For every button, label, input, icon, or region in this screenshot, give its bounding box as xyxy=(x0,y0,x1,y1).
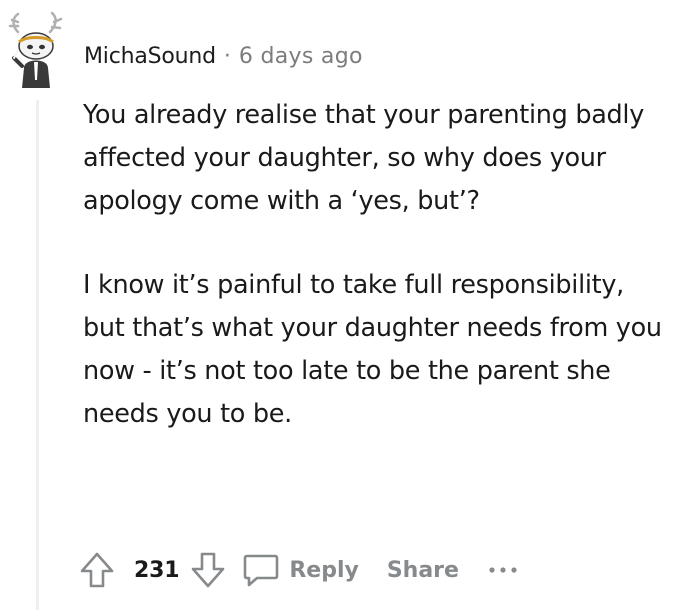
comment-paragraph: You already realise that your parenting … xyxy=(83,100,645,216)
comment: MichaSound · 6 days ago You already real… xyxy=(0,0,700,610)
meta-separator: · xyxy=(223,43,231,69)
ellipsis-icon xyxy=(489,567,517,573)
reply-button[interactable]: Reply xyxy=(241,550,359,590)
reply-label: Reply xyxy=(289,557,359,583)
thread-collapse-line[interactable] xyxy=(36,100,39,610)
snoo-avatar-icon xyxy=(8,11,63,88)
user-avatar[interactable] xyxy=(6,10,68,90)
comment-meta: MichaSound · 6 days ago xyxy=(84,40,363,72)
timestamp[interactable]: 6 days ago xyxy=(239,44,363,69)
arrow-down-outline-icon xyxy=(192,552,225,588)
downvote-button[interactable] xyxy=(189,548,227,592)
speech-bubble-icon xyxy=(244,554,279,587)
comment-body: You already realise that your parenting … xyxy=(83,94,663,436)
more-options-button[interactable] xyxy=(485,548,521,592)
comment-action-bar: 231 Reply Share xyxy=(78,544,521,596)
vote-count: 231 xyxy=(134,557,180,583)
share-button[interactable]: Share xyxy=(387,558,459,583)
username-link[interactable]: MichaSound xyxy=(84,44,216,69)
arrow-up-outline-icon xyxy=(80,552,114,588)
upvote-button[interactable] xyxy=(78,548,116,592)
comment-paragraph: I know it’s painful to take full respons… xyxy=(83,270,662,429)
